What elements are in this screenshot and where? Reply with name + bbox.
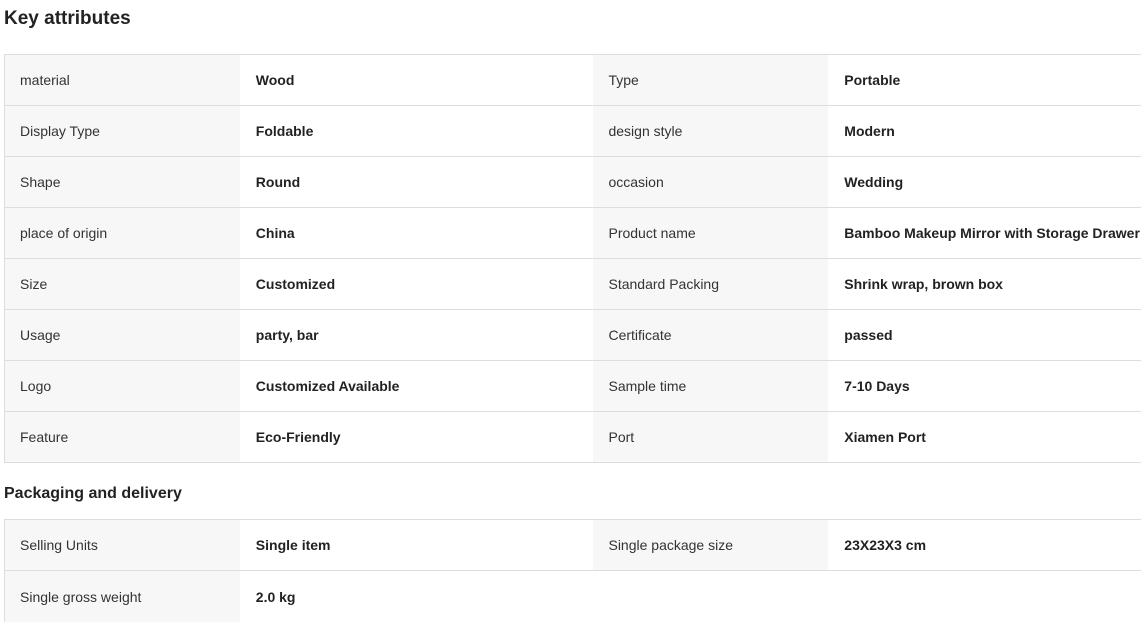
empty-cell xyxy=(593,571,829,622)
key-attributes-table: material Wood Type Portable Display Type Fold… xyxy=(4,54,1141,463)
attribute-label: Single package size xyxy=(593,520,829,570)
attribute-label: Sample time xyxy=(593,361,829,411)
attribute-value: Xiamen Port xyxy=(828,412,1141,462)
attribute-label: design style xyxy=(593,106,829,156)
key_attributes-row: Usage party, bar Certificate passed xyxy=(5,310,1141,361)
attribute-label: material xyxy=(5,55,240,105)
attribute-label: Selling Units xyxy=(5,520,240,570)
attribute-label: Certificate xyxy=(593,310,829,360)
attribute-label: Size xyxy=(5,259,240,309)
key_attributes-row: Feature Eco-Friendly Port Xiamen Port xyxy=(5,412,1141,463)
attribute-value: Wood xyxy=(239,55,594,105)
attribute-value: Single item xyxy=(239,520,594,570)
attribute-value: China xyxy=(239,208,594,258)
attribute-value: Eco-Friendly xyxy=(239,412,594,462)
attribute-value: Wedding xyxy=(828,157,1141,207)
attribute-value: 7-10 Days xyxy=(828,361,1141,411)
key_attributes-row: Display Type Foldable design style Modern xyxy=(5,106,1141,157)
key_attributes-row: Shape Round occasion Wedding xyxy=(5,157,1141,208)
attribute-label: Logo xyxy=(5,361,240,411)
attribute-label: place of origin xyxy=(5,208,240,258)
packaging-row: Single gross weight 2.0 kg xyxy=(5,571,1141,622)
attribute-value: Bamboo Makeup Mirror with Storage Drawer xyxy=(828,208,1141,258)
packaging-delivery-heading: Packaging and delivery xyxy=(4,485,182,502)
attribute-label: Usage xyxy=(5,310,240,360)
key-attributes-heading: Key attributes xyxy=(4,8,131,29)
attribute-value: Foldable xyxy=(239,106,594,156)
key_attributes-row: place of origin China Product name Bamboo M… xyxy=(5,208,1141,259)
key_attributes-row: Logo Customized Available Sample time 7-10 … xyxy=(5,361,1141,412)
attribute-value: Customized xyxy=(239,259,594,309)
packaging-delivery-table: Selling Units Single item Single package s… xyxy=(4,519,1141,622)
attribute-value: passed xyxy=(828,310,1141,360)
attribute-value: 2.0 kg xyxy=(239,571,594,622)
attribute-value: 23X23X3 cm xyxy=(828,520,1141,570)
attribute-label: Display Type xyxy=(5,106,240,156)
attribute-label: Shape xyxy=(5,157,240,207)
attribute-label: Port xyxy=(593,412,829,462)
attribute-label: Standard Packing xyxy=(593,259,829,309)
key_attributes-row: material Wood Type Portable xyxy=(5,55,1141,106)
empty-cell xyxy=(828,571,1141,622)
packaging-row: Selling Units Single item Single package s… xyxy=(5,520,1141,571)
attribute-label: Product name xyxy=(593,208,829,258)
key_attributes-row: Size Customized Standard Packing Shrink wra… xyxy=(5,259,1141,310)
attribute-label: occasion xyxy=(593,157,829,207)
attribute-label: Type xyxy=(593,55,829,105)
product-attributes-page: Key attributes material Wood Type Portable D… xyxy=(0,0,1141,622)
attribute-value: Shrink wrap, brown box xyxy=(828,259,1141,309)
attribute-value: Customized Available xyxy=(239,361,594,411)
attribute-label: Single gross weight xyxy=(5,571,240,622)
attribute-value: Round xyxy=(239,157,594,207)
attribute-value: Portable xyxy=(828,55,1141,105)
attribute-value: Modern xyxy=(828,106,1141,156)
attribute-label: Feature xyxy=(5,412,240,462)
attribute-value: party, bar xyxy=(239,310,594,360)
